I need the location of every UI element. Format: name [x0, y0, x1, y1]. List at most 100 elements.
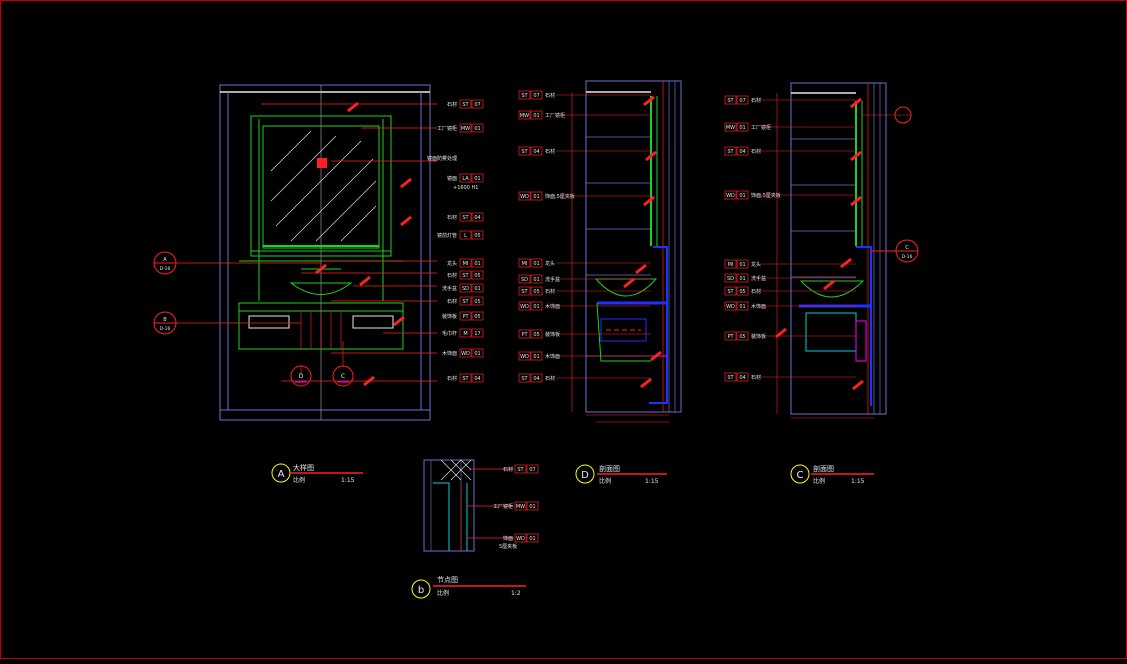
- elevation-a-leaders: [176, 103, 437, 382]
- tag-code: ST: [521, 376, 528, 382]
- tag-code: SD: [727, 276, 734, 282]
- tag-code: MW: [726, 125, 735, 131]
- tag-code: ST: [727, 375, 734, 381]
- elevation-a-tag: 洗手盆 SD 01: [442, 283, 484, 293]
- title-d-scale-label: 比例: [599, 477, 611, 485]
- tag-code: ST: [462, 299, 469, 305]
- title-a-scale-label: 比例: [293, 476, 305, 484]
- tag-code: ST: [517, 467, 524, 473]
- section-c: C D-16 ST 07 石材 MW 01 工厂镜柜 ST 04 石材 WD 01 饰面,5厘夹板 MI…: [724, 82, 919, 419]
- tag-label: 洗手盆: [442, 285, 457, 292]
- tag-number: 05: [739, 334, 745, 340]
- tag-code: MI: [522, 261, 528, 267]
- tag-label: 石材: [447, 298, 457, 305]
- tag-number: 01: [529, 536, 535, 542]
- elevation-a: 石材 ST 07工厂镜柜 MW 01镜面防雾处理镜面 LA 01+1600 H1石材 ST 04…: [153, 84, 484, 421]
- leader-mark: [623, 277, 635, 289]
- title-b-name: 节点图: [437, 576, 458, 584]
- detail-b-tags: 石材 ST 07 工厂镜柜 MW 01 饰面 WD 01 5厘夹板: [493, 464, 539, 550]
- tag-label: 石材: [545, 288, 555, 295]
- tag-number: 04: [533, 376, 539, 382]
- tag-label: 饰面: [503, 535, 513, 542]
- tag-number: 01: [533, 354, 539, 360]
- section-c-marks: [775, 97, 864, 391]
- tag-code: MW: [516, 504, 525, 510]
- tag-code: SD: [462, 286, 469, 292]
- tag-code: MI: [728, 262, 734, 268]
- tag-label: 石材: [503, 466, 513, 473]
- section-tag: PT 05 装饰板: [518, 329, 651, 339]
- title-a-letter: A: [278, 469, 285, 480]
- tag-label: 工厂镜柜: [437, 125, 457, 132]
- tag-code: ST: [727, 149, 734, 155]
- elevation-a-tag: 石材 ST 05: [447, 296, 484, 306]
- leader-mark: [823, 279, 835, 291]
- tag-number: 01: [533, 304, 539, 310]
- leader-mark: [840, 257, 852, 269]
- tag-number: 01: [739, 193, 745, 199]
- tag-number: 07: [533, 93, 539, 99]
- tag-label: 石材: [447, 272, 457, 279]
- tag-label: 木饰面: [442, 350, 457, 357]
- tag-label: 装饰板: [442, 313, 457, 320]
- tag-number: 01: [533, 113, 539, 119]
- tag-code: PT: [521, 332, 528, 338]
- tag-code: MW: [520, 113, 529, 119]
- tag-code: WD: [726, 304, 735, 310]
- tag-code: MI: [463, 261, 469, 267]
- tag-label: 工厂镜柜: [751, 124, 771, 131]
- tag-number: 05: [474, 299, 480, 305]
- tag-code: SD: [521, 277, 528, 283]
- tag-label: 石材: [447, 375, 457, 382]
- callout-b-letter: B: [163, 317, 167, 323]
- title-c-scale: 1:15: [851, 478, 865, 485]
- title-d-name: 剖面图: [599, 464, 620, 473]
- tag-code: WD: [461, 351, 470, 357]
- elevation-a-tag: 镜前灯管 L 05: [437, 230, 484, 240]
- title-d-letter: D: [581, 470, 589, 481]
- tag-number: 01: [533, 277, 539, 283]
- tag-label: 镜面: [447, 175, 457, 182]
- detail-b-tag: 工厂镜柜 MW 01: [493, 501, 539, 511]
- tag-code: WD: [516, 536, 525, 542]
- tag-code: WD: [520, 194, 529, 200]
- tag-code: WD: [726, 193, 735, 199]
- leader-mark: [643, 195, 655, 207]
- elevation-a-tag: 石材 ST 05: [447, 270, 484, 280]
- elevation-a-tag: 镜面防雾处理: [427, 155, 457, 162]
- tag-number: 01: [739, 304, 745, 310]
- tag-label: 石材: [751, 148, 761, 155]
- title-b: b 节点图 比例 1:2: [411, 576, 526, 599]
- section-c-callout: C D-16: [871, 239, 919, 263]
- elevation-a-tags: 石材 ST 07 工厂镜柜 MW 01 镜面防雾处理镜面 LA 01 +1600 H1 石材 ST 04…: [427, 99, 484, 383]
- tag-number: 05: [474, 314, 480, 320]
- tag-number: 01: [529, 504, 535, 510]
- leader-mark: [400, 177, 412, 189]
- tag-number: 05: [474, 233, 480, 239]
- tag-code: M: [463, 331, 467, 337]
- tag-code: ST: [462, 102, 469, 108]
- section-d-tags: ST 07 石材 MW 01 工厂镜柜 ST 04 石材 WD 01 饰面,5厘夹板 MI 01 龙头 SD 0…: [518, 90, 651, 383]
- tag-number: 05: [533, 332, 539, 338]
- tag-label: 龙头: [545, 260, 555, 267]
- title-c-scale-label: 比例: [813, 477, 825, 485]
- tag-code: MW: [461, 126, 470, 132]
- elevation-a-tag: 石材 ST 04: [447, 373, 484, 383]
- tag-label: 石材: [751, 374, 761, 381]
- section-tag: WD 01 木饰面: [518, 351, 651, 361]
- section-c-callout-ref: D-16: [902, 254, 913, 260]
- title-d-scale: 1:15: [645, 478, 659, 485]
- callout-a-ref: D-16: [160, 266, 171, 272]
- title-b-letter: b: [418, 585, 424, 596]
- elevation-a-tag: 工厂镜柜 MW 01: [437, 123, 484, 133]
- section-tag: ST 05 石材: [518, 286, 651, 296]
- section-tag: ST 04 石材: [518, 373, 651, 383]
- leader-mark: [643, 95, 655, 107]
- tag-label: 石材: [447, 214, 457, 221]
- elevation-a-tag: 毛巾杆 M 17: [442, 328, 484, 338]
- tag-label: 工厂镜柜: [493, 503, 513, 510]
- tag-code: ST: [462, 273, 469, 279]
- tag-label: 石材: [545, 148, 555, 155]
- mirror-hatch: [270, 130, 377, 242]
- detail-b-tag: 饰面 WD 01 5厘夹板: [499, 533, 539, 550]
